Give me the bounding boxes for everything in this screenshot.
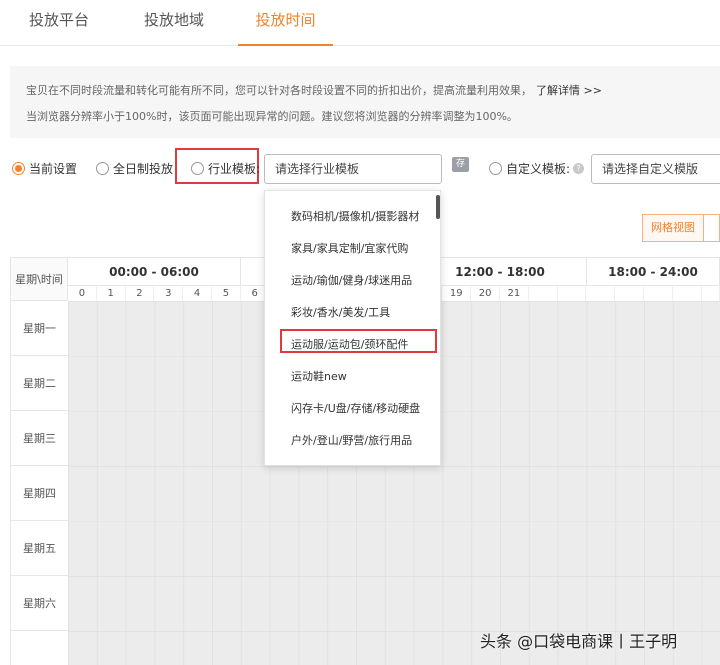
option-industry[interactable]: 行业模板: [191, 160, 260, 176]
tab-bar: 投放平台 投放地域 投放时间 [0, 0, 720, 46]
hour-cell: 21 [500, 285, 529, 301]
hour-cell [528, 285, 558, 301]
hour-cell [615, 285, 644, 301]
hour-cell [701, 285, 720, 301]
hour-cell [644, 285, 673, 301]
industry-template-select[interactable]: 请选择行业模板 [264, 154, 442, 184]
radio-custom[interactable] [489, 161, 502, 175]
watermark: 头条 @口袋电商课丨王子明 [480, 632, 678, 651]
day-label: 星期四 [10, 466, 68, 521]
dropdown-item[interactable]: 数码相机/摄像机/摄影器材 [291, 208, 419, 224]
radio-current[interactable] [12, 161, 25, 175]
dropdown-item[interactable]: 闪存卡/U盘/存储/移动硬盘 [291, 400, 420, 416]
custom-template-select[interactable]: 请选择自定义模版 [591, 154, 720, 184]
dropdown-item[interactable]: 户外/登山/野营/旅行用品 [291, 432, 412, 448]
option-custom-label: 自定义模板: [506, 161, 571, 176]
dropdown-scrollbar[interactable] [436, 195, 440, 219]
day-label: 星期二 [10, 356, 68, 411]
notice-box: 宝贝在不同时段流量和转化可能有所不同，您可以针对各时段设置不同的折扣出价，提高流… [10, 66, 720, 138]
option-allday-label: 全日制投放 [113, 161, 174, 176]
dropdown-item[interactable]: 家具/家具定制/宜家代购 [291, 240, 408, 256]
hour-cell: 4 [183, 285, 212, 301]
save-icon[interactable]: 存 [452, 157, 469, 172]
hour-cell [586, 285, 616, 301]
hour-cell: 1 [96, 285, 126, 301]
notice-line-2: 当浏览器分辨率小于100%时，该页面可能出现异常的问题。建议您将浏览器的分辨率调… [26, 110, 518, 123]
option-custom[interactable]: 自定义模板: ? [489, 160, 585, 176]
list-view-button[interactable] [704, 214, 720, 242]
day-label: 星期六 [10, 576, 68, 631]
grid-view-button[interactable]: 网格视图 [642, 214, 704, 242]
notice-text-1: 宝贝在不同时段流量和转化可能有所不同，您可以针对各时段设置不同的折扣出价，提高流… [26, 84, 532, 97]
tab-platform[interactable]: 投放平台 [26, 0, 92, 46]
option-allday[interactable]: 全日制投放 [96, 160, 173, 176]
dropdown-item[interactable]: 运动/瑜伽/健身/球迷用品 [291, 272, 412, 288]
hour-cell: 2 [125, 285, 155, 301]
hour-cell [672, 285, 702, 301]
tab-time[interactable]: 投放时间 [238, 0, 333, 46]
week-time-header: 星期\时间 [10, 257, 68, 301]
hour-cell: 5 [212, 285, 241, 301]
hour-cell: 20 [471, 285, 500, 301]
hour-cell [557, 285, 587, 301]
tab-region[interactable]: 投放地域 [141, 0, 207, 46]
help-icon[interactable]: ? [573, 162, 585, 174]
highlight-box-item [280, 329, 437, 353]
learn-more-link[interactable]: 了解详情 >> [536, 84, 602, 97]
day-label: 星期三 [10, 411, 68, 466]
dropdown-item[interactable]: 彩妆/香水/美发/工具 [291, 304, 390, 320]
hour-cell: 19 [442, 285, 472, 301]
period-header: 00:00 - 06:00 [68, 257, 241, 285]
notice-line-1: 宝贝在不同时段流量和转化可能有所不同，您可以针对各时段设置不同的折扣出价，提高流… [26, 82, 602, 98]
period-header: 18:00 - 24:00 [587, 257, 720, 285]
radio-allday[interactable] [96, 161, 109, 175]
option-current-label: 当前设置 [29, 161, 78, 176]
dropdown-item[interactable]: 运动鞋new [291, 368, 347, 384]
day-label [10, 631, 68, 665]
hour-cell: 0 [68, 285, 97, 301]
hour-cell: 3 [154, 285, 184, 301]
day-label: 星期一 [10, 301, 68, 356]
radio-industry[interactable] [191, 161, 204, 175]
industry-dropdown: 数码相机/摄像机/摄影器材 家具/家具定制/宜家代购 运动/瑜伽/健身/球迷用品… [264, 190, 441, 466]
option-current[interactable]: 当前设置 [12, 160, 77, 176]
option-industry-label: 行业模板: [208, 161, 261, 176]
day-label: 星期五 [10, 521, 68, 576]
